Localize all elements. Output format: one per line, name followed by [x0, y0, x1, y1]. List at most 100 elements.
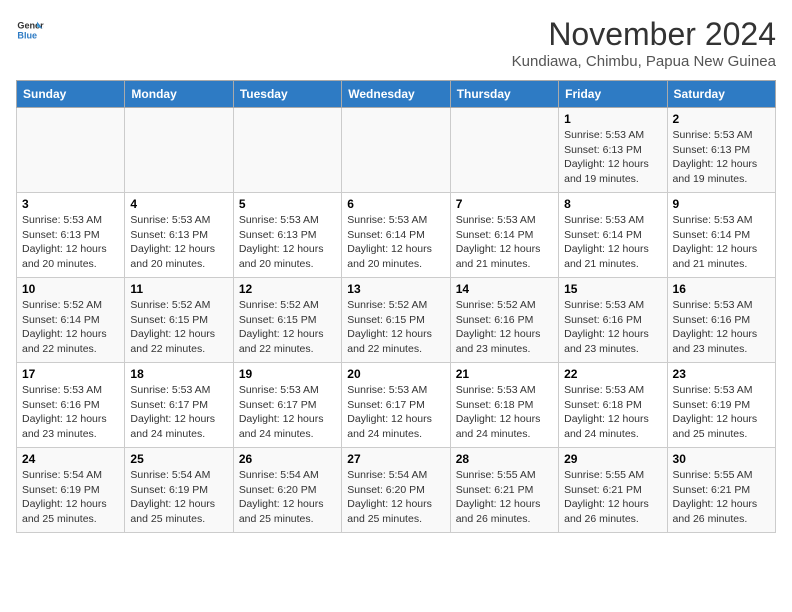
day-number: 6 [347, 197, 444, 211]
calendar-cell: 4 Sunrise: 5:53 AM Sunset: 6:13 PM Daylig… [125, 193, 233, 278]
calendar-cell [342, 108, 450, 193]
calendar-cell: 6 Sunrise: 5:53 AM Sunset: 6:14 PM Daylig… [342, 193, 450, 278]
calendar-cell: 9 Sunrise: 5:53 AM Sunset: 6:14 PM Daylig… [667, 193, 775, 278]
calendar-week-row: 1 Sunrise: 5:53 AM Sunset: 6:13 PM Daylig… [17, 108, 776, 193]
day-number: 16 [673, 282, 770, 296]
calendar-cell: 17 Sunrise: 5:53 AM Sunset: 6:16 PM Dayli… [17, 363, 125, 448]
day-number: 20 [347, 367, 444, 381]
day-number: 2 [673, 112, 770, 126]
day-number: 9 [673, 197, 770, 211]
day-number: 4 [130, 197, 227, 211]
day-number: 12 [239, 282, 336, 296]
col-header-saturday: Saturday [667, 81, 775, 108]
day-number: 22 [564, 367, 661, 381]
logo-icon: General Blue [16, 16, 44, 44]
day-info: Sunrise: 5:53 AM Sunset: 6:19 PM Dayligh… [673, 383, 770, 442]
day-info: Sunrise: 5:53 AM Sunset: 6:18 PM Dayligh… [564, 383, 661, 442]
day-info: Sunrise: 5:53 AM Sunset: 6:13 PM Dayligh… [239, 213, 336, 272]
svg-text:Blue: Blue [17, 30, 37, 40]
day-info: Sunrise: 5:53 AM Sunset: 6:14 PM Dayligh… [673, 213, 770, 272]
day-number: 14 [456, 282, 553, 296]
day-number: 11 [130, 282, 227, 296]
calendar-cell: 11 Sunrise: 5:52 AM Sunset: 6:15 PM Dayli… [125, 278, 233, 363]
calendar-cell: 8 Sunrise: 5:53 AM Sunset: 6:14 PM Daylig… [559, 193, 667, 278]
calendar-cell: 25Sunrise: 5:54 AM Sunset: 6:19 PM Dayli… [125, 448, 233, 533]
calendar-cell: 14Sunrise: 5:52 AM Sunset: 6:16 PM Dayli… [450, 278, 558, 363]
col-header-tuesday: Tuesday [233, 81, 341, 108]
day-info: Sunrise: 5:53 AM Sunset: 6:13 PM Dayligh… [564, 128, 661, 187]
day-info: Sunrise: 5:53 AM Sunset: 6:18 PM Dayligh… [456, 383, 553, 442]
calendar-cell: 22 Sunrise: 5:53 AM Sunset: 6:18 PM Dayli… [559, 363, 667, 448]
day-number: 28 [456, 452, 553, 466]
calendar-cell: 23 Sunrise: 5:53 AM Sunset: 6:19 PM Dayli… [667, 363, 775, 448]
day-number: 1 [564, 112, 661, 126]
day-info: Sunrise: 5:53 AM Sunset: 6:13 PM Dayligh… [22, 213, 119, 272]
day-info: Sunrise: 5:52 AM Sunset: 6:15 PM Dayligh… [130, 298, 227, 357]
day-info: Sunrise: 5:55 AM Sunset: 6:21 PM Dayligh… [673, 468, 770, 527]
calendar-cell: 26 Sunrise: 5:54 AM Sunset: 6:20 PM Dayli… [233, 448, 341, 533]
col-header-monday: Monday [125, 81, 233, 108]
calendar-cell: 12 Sunrise: 5:52 AM Sunset: 6:15 PM Dayli… [233, 278, 341, 363]
day-number: 23 [673, 367, 770, 381]
calendar-week-row: 10Sunrise: 5:52 AM Sunset: 6:14 PM Dayli… [17, 278, 776, 363]
day-info: Sunrise: 5:53 AM Sunset: 6:14 PM Dayligh… [347, 213, 444, 272]
day-info: Sunrise: 5:53 AM Sunset: 6:14 PM Dayligh… [564, 213, 661, 272]
calendar-cell: 19Sunrise: 5:53 AM Sunset: 6:17 PM Dayli… [233, 363, 341, 448]
calendar-cell: 29 Sunrise: 5:55 AM Sunset: 6:21 PM Dayli… [559, 448, 667, 533]
day-info: Sunrise: 5:53 AM Sunset: 6:17 PM Dayligh… [239, 383, 336, 442]
calendar-table: SundayMondayTuesdayWednesdayThursdayFrid… [16, 80, 776, 533]
day-number: 8 [564, 197, 661, 211]
calendar-cell [450, 108, 558, 193]
calendar-cell [125, 108, 233, 193]
calendar-cell: 15Sunrise: 5:53 AM Sunset: 6:16 PM Dayli… [559, 278, 667, 363]
calendar-week-row: 17 Sunrise: 5:53 AM Sunset: 6:16 PM Dayli… [17, 363, 776, 448]
day-info: Sunrise: 5:55 AM Sunset: 6:21 PM Dayligh… [456, 468, 553, 527]
calendar-week-row: 24 Sunrise: 5:54 AM Sunset: 6:19 PM Dayli… [17, 448, 776, 533]
day-info: Sunrise: 5:53 AM Sunset: 6:13 PM Dayligh… [130, 213, 227, 272]
col-header-wednesday: Wednesday [342, 81, 450, 108]
calendar-cell [233, 108, 341, 193]
calendar-cell: 18Sunrise: 5:53 AM Sunset: 6:17 PM Dayli… [125, 363, 233, 448]
calendar-cell: 16 Sunrise: 5:53 AM Sunset: 6:16 PM Dayli… [667, 278, 775, 363]
calendar-cell: 1 Sunrise: 5:53 AM Sunset: 6:13 PM Daylig… [559, 108, 667, 193]
month-title: November 2024 [512, 16, 776, 53]
day-info: Sunrise: 5:53 AM Sunset: 6:13 PM Dayligh… [673, 128, 770, 187]
calendar-cell: 2 Sunrise: 5:53 AM Sunset: 6:13 PM Daylig… [667, 108, 775, 193]
day-number: 13 [347, 282, 444, 296]
calendar-cell: 13 Sunrise: 5:52 AM Sunset: 6:15 PM Dayli… [342, 278, 450, 363]
day-number: 26 [239, 452, 336, 466]
col-header-thursday: Thursday [450, 81, 558, 108]
day-number: 30 [673, 452, 770, 466]
day-info: Sunrise: 5:53 AM Sunset: 6:17 PM Dayligh… [347, 383, 444, 442]
title-area: November 2024 Kundiawa, Chimbu, Papua Ne… [512, 16, 776, 70]
logo: General Blue [16, 16, 44, 44]
calendar-header-row: SundayMondayTuesdayWednesdayThursdayFrid… [17, 81, 776, 108]
day-number: 10 [22, 282, 119, 296]
calendar-cell: 28 Sunrise: 5:55 AM Sunset: 6:21 PM Dayli… [450, 448, 558, 533]
day-info: Sunrise: 5:52 AM Sunset: 6:15 PM Dayligh… [239, 298, 336, 357]
calendar-cell: 5Sunrise: 5:53 AM Sunset: 6:13 PM Daylig… [233, 193, 341, 278]
day-info: Sunrise: 5:53 AM Sunset: 6:16 PM Dayligh… [673, 298, 770, 357]
calendar-cell: 21Sunrise: 5:53 AM Sunset: 6:18 PM Dayli… [450, 363, 558, 448]
calendar-cell: 3Sunrise: 5:53 AM Sunset: 6:13 PM Daylig… [17, 193, 125, 278]
day-number: 24 [22, 452, 119, 466]
day-number: 7 [456, 197, 553, 211]
day-number: 17 [22, 367, 119, 381]
day-number: 25 [130, 452, 227, 466]
day-info: Sunrise: 5:53 AM Sunset: 6:14 PM Dayligh… [456, 213, 553, 272]
calendar-cell: 10Sunrise: 5:52 AM Sunset: 6:14 PM Dayli… [17, 278, 125, 363]
header: General Blue November 2024 Kundiawa, Chi… [16, 16, 776, 70]
day-info: Sunrise: 5:55 AM Sunset: 6:21 PM Dayligh… [564, 468, 661, 527]
day-number: 29 [564, 452, 661, 466]
calendar-cell: 24 Sunrise: 5:54 AM Sunset: 6:19 PM Dayli… [17, 448, 125, 533]
subtitle: Kundiawa, Chimbu, Papua New Guinea [512, 53, 776, 70]
col-header-sunday: Sunday [17, 81, 125, 108]
col-header-friday: Friday [559, 81, 667, 108]
day-number: 18 [130, 367, 227, 381]
day-info: Sunrise: 5:54 AM Sunset: 6:20 PM Dayligh… [347, 468, 444, 527]
day-info: Sunrise: 5:54 AM Sunset: 6:20 PM Dayligh… [239, 468, 336, 527]
day-info: Sunrise: 5:52 AM Sunset: 6:15 PM Dayligh… [347, 298, 444, 357]
day-info: Sunrise: 5:53 AM Sunset: 6:16 PM Dayligh… [22, 383, 119, 442]
day-number: 27 [347, 452, 444, 466]
day-info: Sunrise: 5:54 AM Sunset: 6:19 PM Dayligh… [22, 468, 119, 527]
